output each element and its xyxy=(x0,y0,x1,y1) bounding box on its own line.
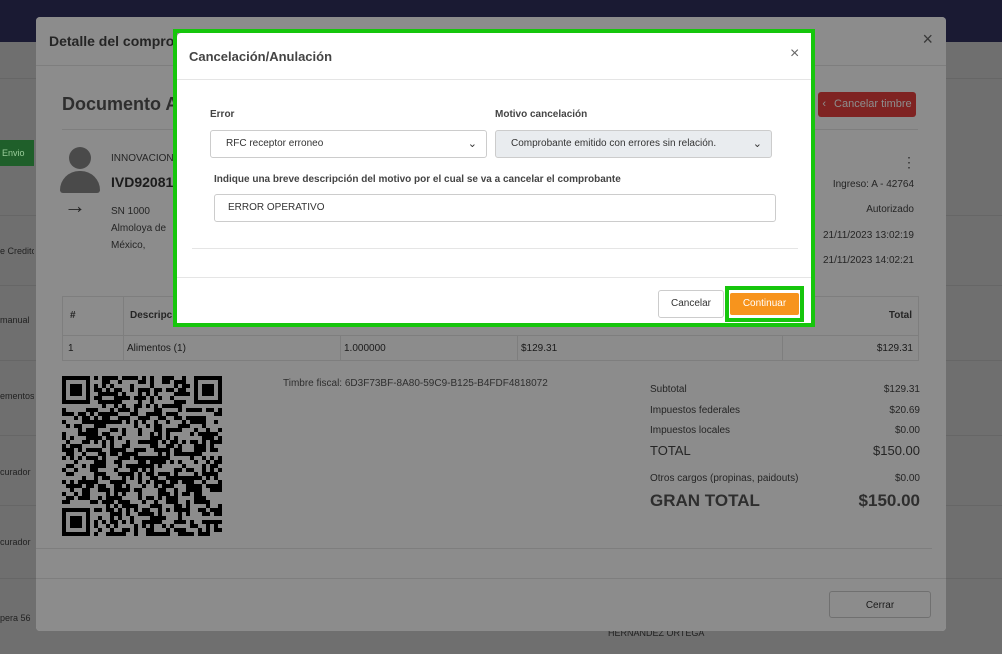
chevron-down-icon: ⌄ xyxy=(467,138,477,150)
bg-row-label: manual xyxy=(0,315,30,325)
modal-title: Cancelación/Anulación xyxy=(189,49,333,64)
cancelacion-modal: Cancelación/Anulación × Error RFC recept… xyxy=(177,33,815,327)
close-icon[interactable]: × xyxy=(790,46,799,62)
error-label: Error xyxy=(210,109,235,120)
motivo-select-value: Comprobante emitido con errores sin rela… xyxy=(511,138,717,149)
bg-row-label: e Credito xyxy=(0,246,34,256)
error-select-value: RFC receptor erroneo xyxy=(226,138,324,149)
description-input[interactable]: ERROR OPERATIVO xyxy=(214,194,776,222)
bg-row-label: ementos xyxy=(0,391,34,401)
envio-badge: Envio xyxy=(0,140,34,166)
bg-row-label: curador xyxy=(0,467,31,477)
bg-row-label: pera 56 xyxy=(0,613,31,623)
modal-header: Cancelación/Anulación × xyxy=(177,33,815,80)
motivo-select[interactable]: Comprobante emitido con errores sin rela… xyxy=(495,130,772,158)
cancel-button[interactable]: Cancelar xyxy=(658,290,724,318)
error-select[interactable]: RFC receptor erroneo ⌄ xyxy=(210,130,487,158)
divider xyxy=(192,248,798,249)
continue-button[interactable]: Continuar xyxy=(730,293,799,315)
motivo-label: Motivo cancelación xyxy=(495,109,588,120)
description-label: Indique una breve descripción del motivo… xyxy=(214,174,621,185)
bg-row-label: curador xyxy=(0,537,31,547)
chevron-down-icon: ⌄ xyxy=(752,138,762,150)
divider xyxy=(177,277,815,278)
